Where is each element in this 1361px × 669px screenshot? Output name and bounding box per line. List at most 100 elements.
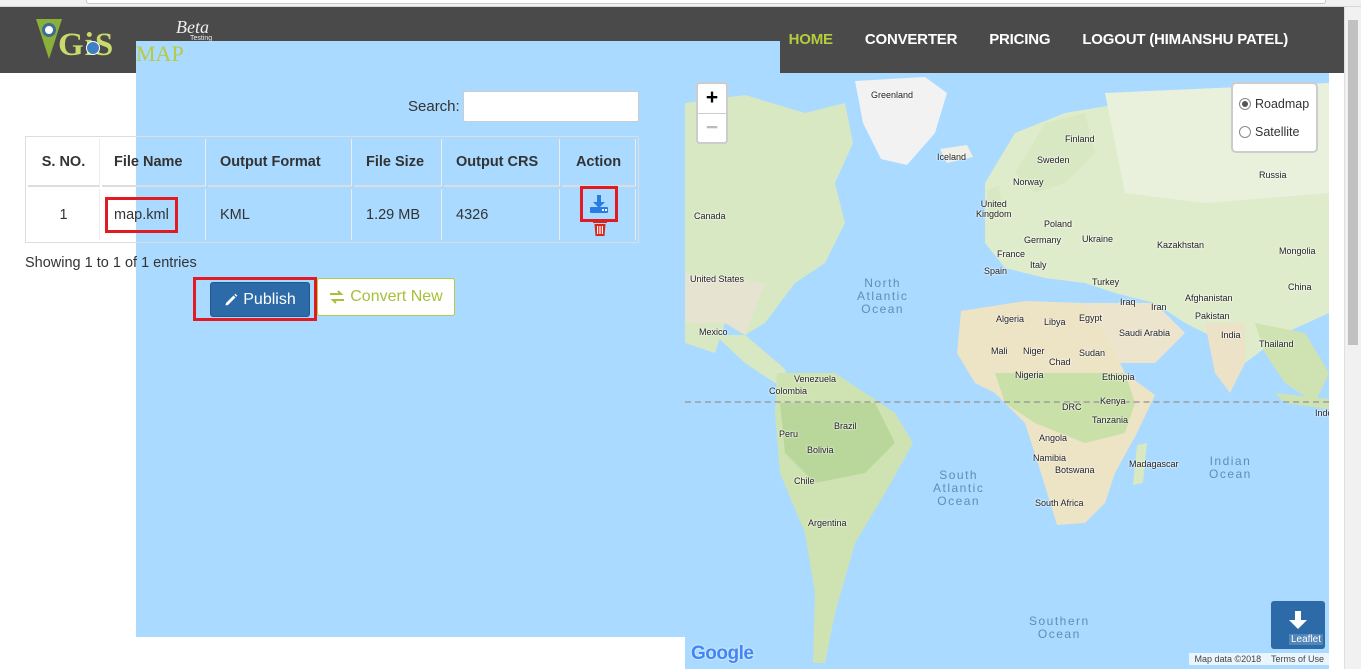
gismap-logo[interactable]: GiS MAP Beta Testing	[30, 13, 780, 637]
place-angola: Angola	[1039, 433, 1068, 443]
trash-icon	[593, 219, 607, 236]
place-italy: Italy	[1030, 260, 1047, 270]
delete-button[interactable]	[593, 219, 607, 240]
zoom-control: + −	[696, 82, 728, 144]
nav-converter[interactable]: CONVERTER	[865, 31, 958, 48]
zoom-out-button[interactable]: −	[698, 113, 726, 142]
main-nav: HOME CONVERTER PRICING LOGOUT (HIMANSHU …	[789, 31, 1289, 48]
ocean-north-atlantic: North Atlantic Ocean	[857, 276, 909, 316]
place-chile: Chile	[794, 476, 815, 486]
roadmap-label: Roadmap	[1255, 97, 1310, 111]
place-saudi: Saudi Arabia	[1119, 328, 1171, 338]
place-kazakhstan: Kazakhstan	[1157, 240, 1205, 250]
place-mexico: Mexico	[699, 327, 728, 337]
place-norway: Norway	[1013, 177, 1044, 187]
leaflet-attribution[interactable]: Leaflet	[1289, 634, 1324, 645]
place-brazil: Brazil	[834, 421, 857, 431]
place-poland: Poland	[1044, 219, 1073, 229]
place-france: France	[997, 249, 1026, 259]
publish-button[interactable]: Publish	[210, 282, 310, 317]
place-namibia: Namibia	[1033, 453, 1067, 463]
col-sno[interactable]: S. NO.	[28, 139, 100, 187]
page-scrollbar[interactable]	[1344, 7, 1361, 669]
place-bolivia: Bolivia	[807, 445, 834, 455]
google-logo: Google	[691, 643, 754, 665]
col-output-format[interactable]: Output Format	[208, 139, 352, 187]
browser-strip	[0, 0, 1361, 7]
entries-info: Showing 1 to 1 of 1 entries	[25, 255, 197, 271]
place-colombia: Colombia	[769, 386, 808, 396]
logo-map: MAP	[136, 41, 780, 637]
map-view[interactable]: + − Roadmap Satellite North Atlantic Oce…	[685, 73, 1329, 669]
place-chad: Chad	[1049, 357, 1071, 367]
search-input[interactable]	[463, 91, 639, 122]
nav-logout[interactable]: LOGOUT (HIMANSHU PATEL)	[1082, 31, 1288, 48]
ocean-southern: Southern Ocean	[1029, 614, 1090, 641]
publish-label: Publish	[243, 290, 296, 308]
layer-switcher: Roadmap Satellite	[1231, 82, 1318, 153]
files-table: S. NO. File Name Output Format File Size…	[25, 136, 639, 243]
place-uk: United Kingdom	[976, 199, 1012, 219]
place-mali: Mali	[991, 346, 1008, 356]
layer-satellite[interactable]: Satellite	[1239, 118, 1316, 146]
place-germany: Germany	[1024, 235, 1062, 245]
roadmap-radio[interactable]	[1239, 98, 1251, 110]
place-indo: Indo	[1315, 408, 1329, 418]
place-mongolia: Mongolia	[1279, 246, 1316, 256]
place-canada: Canada	[694, 211, 726, 221]
cell-action	[562, 186, 636, 240]
place-peru: Peru	[779, 429, 799, 439]
nav-home[interactable]: HOME	[789, 31, 833, 48]
place-thailand: Thailand	[1259, 339, 1294, 349]
cell-file-name: map.kml	[105, 196, 178, 233]
map-attribution: Map data ©2018 Terms of Use	[1189, 653, 1329, 665]
place-venezuela: Venezuela	[794, 374, 837, 384]
place-afghanistan: Afghanistan	[1185, 293, 1233, 303]
satellite-label: Satellite	[1255, 125, 1300, 139]
cell-sno: 1	[28, 189, 100, 240]
place-madagascar: Madagascar	[1129, 459, 1179, 469]
place-kenya: Kenya	[1100, 396, 1126, 406]
satellite-radio[interactable]	[1239, 126, 1251, 138]
place-nigeria: Nigeria	[1015, 370, 1044, 380]
place-turkey: Turkey	[1092, 277, 1120, 287]
place-greenland: Greenland	[871, 90, 914, 100]
logo-testing: Testing	[190, 35, 213, 42]
google-logo-text: Google	[691, 643, 754, 664]
zoom-in-button[interactable]: +	[698, 84, 726, 113]
convert-new-label: Convert New	[350, 288, 443, 305]
place-botswana: Botswana	[1055, 465, 1095, 475]
layer-roadmap[interactable]: Roadmap	[1239, 90, 1316, 118]
place-iceland: Iceland	[937, 152, 967, 162]
place-russia: Russia	[1259, 170, 1287, 180]
place-south-africa: South Africa	[1035, 498, 1084, 508]
publish-highlight: Publish	[193, 277, 317, 321]
place-sweden: Sweden	[1037, 155, 1070, 165]
place-libya: Libya	[1044, 317, 1066, 327]
scrollbar-thumb[interactable]	[1348, 20, 1358, 345]
terms-link[interactable]: Terms of Use	[1271, 654, 1324, 664]
place-finland: Finland	[1065, 134, 1095, 144]
col-output-crs[interactable]: Output CRS	[444, 139, 560, 187]
place-sudan: Sudan	[1079, 348, 1106, 358]
download-button[interactable]	[579, 186, 618, 222]
nav-pricing[interactable]: PRICING	[989, 31, 1050, 48]
table-header-row: S. NO. File Name Output Format File Size…	[28, 139, 636, 187]
place-tanzania: Tanzania	[1092, 415, 1129, 425]
address-bar[interactable]	[86, 0, 1326, 4]
site-header: GiS MAP Beta Testing HOME CONVERTER PRIC…	[0, 7, 1344, 637]
table-row: 1 map.kml KML 1.29 MB 4326	[28, 186, 636, 240]
place-usa: United States	[690, 274, 745, 284]
globe-icon	[86, 41, 100, 55]
col-file-size[interactable]: File Size	[354, 139, 442, 187]
map-data-label: Map data ©2018	[1194, 654, 1262, 664]
place-niger: Niger	[1023, 346, 1045, 356]
col-file-name[interactable]: File Name	[102, 139, 206, 187]
cell-file-name-wrap: map.kml	[102, 189, 206, 240]
col-action[interactable]: Action	[562, 139, 636, 187]
place-iran: Iran	[1151, 302, 1167, 312]
place-pakistan: Pakistan	[1195, 311, 1230, 321]
convert-new-button[interactable]: Convert New	[317, 278, 455, 316]
place-ukraine: Ukraine	[1082, 234, 1114, 244]
pencil-icon	[225, 293, 238, 305]
